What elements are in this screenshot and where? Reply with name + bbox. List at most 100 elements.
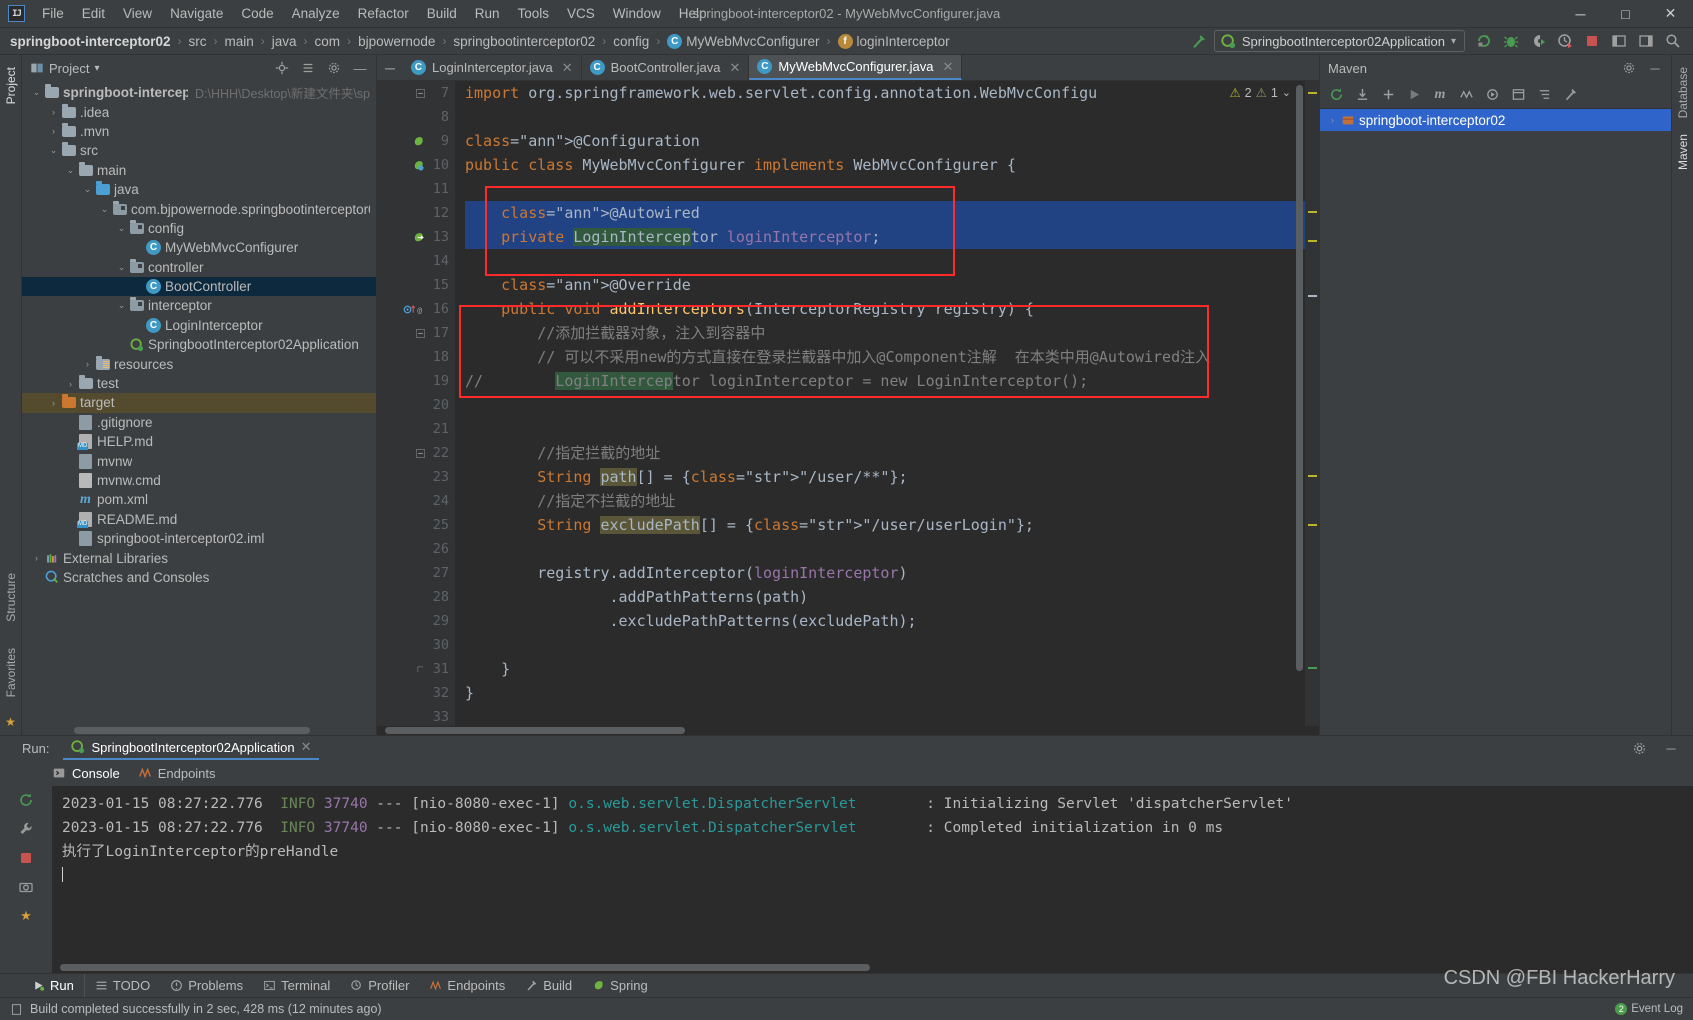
settings-icon[interactable] xyxy=(1558,84,1582,106)
warning-marker[interactable] xyxy=(1308,240,1317,242)
code-line-16[interactable]: public void addInterceptors(InterceptorR… xyxy=(465,297,1305,321)
status-tab-profiler[interactable]: Profiler xyxy=(340,974,419,998)
fold-collapse[interactable] xyxy=(416,88,425,98)
menu-view[interactable]: View xyxy=(114,3,161,24)
expand-arrow-icon[interactable]: ⌄ xyxy=(64,165,77,176)
breadcrumb-config[interactable]: config xyxy=(613,34,649,49)
bean-icon[interactable] xyxy=(412,135,425,148)
menu-file[interactable]: File xyxy=(33,3,73,24)
code-line-11[interactable] xyxy=(465,177,1305,201)
gear-icon[interactable] xyxy=(322,57,346,79)
gutter-line-20[interactable]: 20 xyxy=(377,393,455,417)
expand-arrow-icon[interactable]: ⌄ xyxy=(115,262,128,273)
tree-node-logininterceptor[interactable]: C LoginInterceptor xyxy=(22,316,376,335)
collapse-all-icon[interactable] xyxy=(296,57,320,79)
expand-arrow-icon[interactable]: › xyxy=(1326,115,1339,125)
tree-node-springboot-interceptor02-iml[interactable]: springboot-interceptor02.iml xyxy=(22,529,376,548)
gutter-line-12[interactable]: 12 xyxy=(377,201,455,225)
download-sources-icon[interactable] xyxy=(1350,84,1374,106)
tree-node-controller[interactable]: ⌄ controller xyxy=(22,258,376,277)
sidebar-item-project[interactable]: Project xyxy=(2,59,20,112)
breadcrumb-springbootinterceptor02[interactable]: springbootinterceptor02 xyxy=(453,34,595,49)
tree-node-bootcontroller[interactable]: C BootController xyxy=(22,276,376,297)
search-everywhere-icon[interactable] xyxy=(1607,30,1631,52)
tree-node-mvn[interactable]: › .mvn xyxy=(22,122,376,141)
gutter-line-24[interactable]: 24 xyxy=(377,489,455,513)
code-line-32[interactable]: } xyxy=(465,681,1305,705)
build-icon[interactable] xyxy=(1187,30,1211,52)
debug-icon[interactable] xyxy=(1499,30,1523,52)
gutter-line-8[interactable]: 8 xyxy=(377,105,455,129)
code-line-23[interactable]: String path[] = {class="str">"/user/**"}… xyxy=(465,465,1305,489)
gutter-line-31[interactable]: 31 xyxy=(377,657,455,681)
warning-marker[interactable] xyxy=(1308,211,1317,213)
minimize-button[interactable]: ─ xyxy=(1558,0,1603,28)
gutter-line-29[interactable]: 29 xyxy=(377,609,455,633)
tree-node-idea[interactable]: › .idea xyxy=(22,102,376,121)
gutter-line-9[interactable]: 9 xyxy=(377,129,455,153)
hide-icon[interactable]: ─ xyxy=(1659,737,1683,759)
run-maven-icon[interactable] xyxy=(1402,84,1426,106)
code-line-15[interactable]: class="ann">@Override xyxy=(465,273,1305,297)
maven-project-row[interactable]: › springboot-interceptor02 xyxy=(1320,109,1671,131)
expand-arrow-icon[interactable]: › xyxy=(64,379,77,389)
hide-icon[interactable]: — xyxy=(348,57,372,79)
editor-hscrollbar[interactable] xyxy=(377,726,1319,735)
tree-node-mywebmvcconfigurer[interactable]: C MyWebMvcConfigurer xyxy=(22,238,376,257)
sidebar-item-database[interactable]: Database xyxy=(1674,59,1692,126)
expand-arrow-icon[interactable]: ⌄ xyxy=(115,223,128,234)
expand-icon[interactable] xyxy=(1532,84,1556,106)
override-icon[interactable]: @ xyxy=(403,303,425,316)
gutter-line-13[interactable]: 13 xyxy=(377,225,455,249)
tree-node-springboot-interceptor02[interactable]: ⌄ springboot-interceptor02 D:\HHH\Desktop\… xyxy=(22,83,376,102)
code-line-9[interactable]: class="ann">@Configuration xyxy=(465,129,1305,153)
fold[interactable] xyxy=(416,328,425,338)
close-icon[interactable]: ✕ xyxy=(562,60,573,76)
gutter-line-26[interactable]: 26 xyxy=(377,537,455,561)
code-line-12[interactable]: class="ann">@Autowired xyxy=(465,201,1305,225)
gear-icon[interactable] xyxy=(1627,737,1651,759)
profiler-icon[interactable] xyxy=(1553,30,1577,52)
tree-node-java[interactable]: ⌄ java xyxy=(22,180,376,199)
warning-marker[interactable] xyxy=(1308,475,1317,477)
tab-bootcontroller-java[interactable]: C BootController.java ✕ xyxy=(581,55,750,80)
star-icon[interactable]: ★ xyxy=(5,715,16,729)
menu-refactor[interactable]: Refactor xyxy=(349,3,418,24)
editor-gutter[interactable]: 7 8 9 10 11 12 13 14 15 @16 17 18 19 20 21 22 23 24 25 26 27… xyxy=(377,81,455,726)
stop-icon[interactable] xyxy=(18,850,34,866)
close-icon[interactable]: ✕ xyxy=(942,59,953,75)
refresh-icon[interactable] xyxy=(1324,84,1348,106)
code-line-21[interactable] xyxy=(465,417,1305,441)
gutter-line-14[interactable]: 14 xyxy=(377,249,455,273)
code-line-26[interactable] xyxy=(465,537,1305,561)
code-line-20[interactable] xyxy=(465,393,1305,417)
menu-build[interactable]: Build xyxy=(418,3,466,24)
project-tree-hscrollbar[interactable] xyxy=(22,726,376,735)
run-tab-springbootinterceptor02application[interactable]: SpringbootInterceptor02Application ✕ xyxy=(63,736,320,760)
warning-marker[interactable] xyxy=(1308,524,1317,526)
menu-code[interactable]: Code xyxy=(232,3,282,24)
tree-node-target[interactable]: › target xyxy=(22,393,376,413)
gutter-line-28[interactable]: 28 xyxy=(377,585,455,609)
tree-node-external-libraries[interactable]: › External Libraries xyxy=(22,548,376,567)
code-line-13[interactable]: private LoginInterceptor loginIntercepto… xyxy=(465,225,1305,249)
gutter-line-19[interactable]: 19 xyxy=(377,369,455,393)
warning-marker[interactable] xyxy=(1308,92,1317,94)
settings-icon[interactable] xyxy=(1634,30,1658,52)
status-tab-spring[interactable]: Spring xyxy=(582,974,658,998)
code-line-29[interactable]: .excludePathPatterns(excludePath); xyxy=(465,609,1305,633)
breadcrumb-bjpowernode[interactable]: bjpowernode xyxy=(358,34,435,49)
chevron-down-icon[interactable]: ⌄ xyxy=(1282,86,1291,99)
pin-icon[interactable]: ★ xyxy=(20,908,32,924)
error-stripe-markers[interactable] xyxy=(1305,81,1319,726)
tree-node-config[interactable]: ⌄ config xyxy=(22,219,376,238)
autowired-icon[interactable] xyxy=(412,231,425,244)
tree-node-gitignore[interactable]: .gitignore xyxy=(22,413,376,432)
locate-icon[interactable] xyxy=(270,57,294,79)
tree-node-readme-md[interactable]: README.md xyxy=(22,510,376,529)
menu-analyze[interactable]: Analyze xyxy=(283,3,349,24)
project-tree[interactable]: ⌄ springboot-interceptor02 D:\HHH\Desktop\… xyxy=(22,81,376,726)
code-line-24[interactable]: //指定不拦截的地址 xyxy=(465,489,1305,513)
code-line-33[interactable] xyxy=(465,705,1305,726)
menu-tools[interactable]: Tools xyxy=(509,3,559,24)
